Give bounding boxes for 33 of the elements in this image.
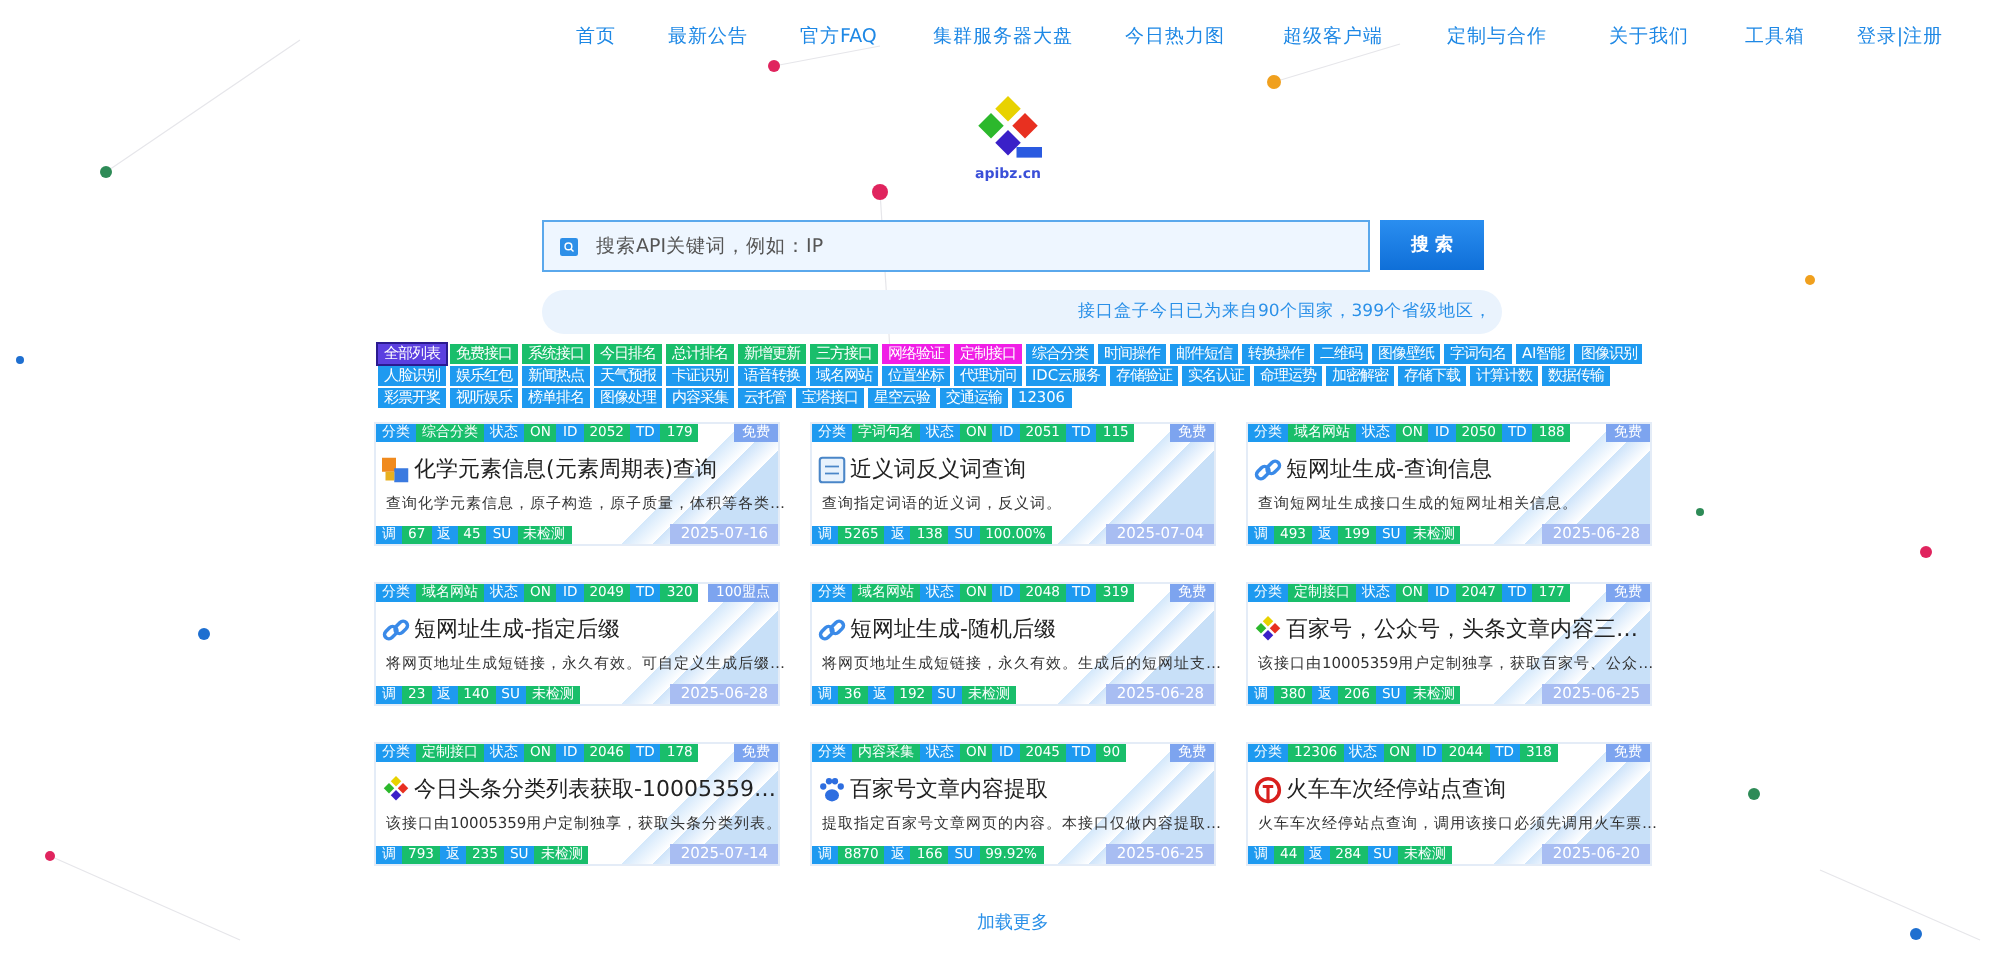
nav-link[interactable]: 登录|注册 <box>1856 24 1944 56</box>
nav-link[interactable]: 集群服务器大盘 <box>932 24 1073 56</box>
card-title: 短网址生成-查询信息 <box>1286 454 1492 484</box>
link-icon <box>382 615 410 643</box>
nav-link[interactable]: 今日热力图 <box>1124 24 1225 56</box>
nav-link[interactable]: 最新公告 <box>668 24 748 56</box>
card-title: 百家号文章内容提取 <box>850 774 1048 804</box>
logo-icon <box>974 96 1042 164</box>
card-title: 百家号，公众号，头条文章内容三… <box>1286 614 1638 644</box>
element-tile-icon <box>382 455 410 483</box>
nav-link[interactable]: 首页 <box>576 24 616 56</box>
card-title: 近义词反义词查询 <box>850 454 1026 484</box>
diamond-icon <box>382 775 410 803</box>
link-icon <box>1254 455 1282 483</box>
nav-link[interactable]: 定制与合作 <box>1446 24 1547 56</box>
emblem-icon <box>1254 775 1282 803</box>
load-more-link[interactable]: 加载更多 <box>977 910 1049 936</box>
card-title: 化学元素信息(元素周期表)查询 <box>414 454 718 484</box>
card-title: 短网址生成-随机后缀 <box>850 614 1056 644</box>
nav-link[interactable]: 关于我们 <box>1608 24 1689 56</box>
link-icon <box>818 615 846 643</box>
card-title: 短网址生成-指定后缀 <box>414 614 620 644</box>
card-title: 今日头条分类列表获取-10005359… <box>414 774 776 804</box>
search-button[interactable]: 搜 索 <box>1380 220 1484 270</box>
card-title: 火车车次经停站点查询 <box>1286 774 1506 804</box>
search-field[interactable]: 搜索API关键词，例如：IP <box>542 220 1370 272</box>
book-icon <box>818 455 846 483</box>
notice-text: 接口盒子今日已为来自90个国家，399个省级地区， <box>1077 300 1492 324</box>
nav-link[interactable]: 官方FAQ <box>800 24 877 56</box>
nav-link[interactable]: 超级客户端 <box>1282 24 1383 56</box>
diamond-icon <box>1254 615 1282 643</box>
paw-icon <box>818 775 846 803</box>
nav-link[interactable]: 工具箱 <box>1744 24 1805 56</box>
